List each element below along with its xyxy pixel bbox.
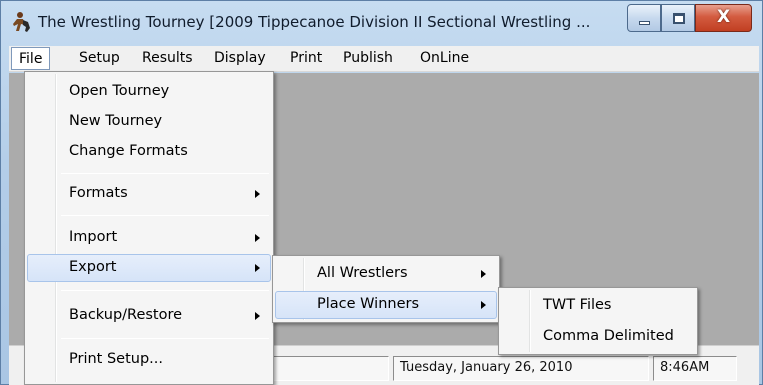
menu-item-print-setup[interactable]: Print Setup... xyxy=(27,346,271,374)
window-controls: X xyxy=(627,4,752,34)
menu-item-twt-files[interactable]: TWT Files xyxy=(501,292,695,320)
menu-item-comma-delimited[interactable]: Comma Delimited xyxy=(501,323,695,351)
menu-item-import[interactable]: Import xyxy=(27,224,271,252)
place-winners-submenu: TWT Files Comma Delimited xyxy=(498,287,698,355)
menu-item-label: All Wrestlers xyxy=(317,265,408,281)
window-title: The Wrestling Tourney [2009 Tippecanoe D… xyxy=(38,13,591,31)
title-bar[interactable]: The Wrestling Tourney [2009 Tippecanoe D… xyxy=(1,1,763,45)
menu-separator xyxy=(61,290,269,291)
menu-item-label: Backup/Restore xyxy=(69,307,183,323)
minimize-icon xyxy=(639,21,650,25)
menu-item-label: Print Setup... xyxy=(69,351,163,367)
menu-separator xyxy=(61,338,269,339)
menu-item-new-tourney[interactable]: New Tourney xyxy=(27,108,271,136)
maximize-button[interactable] xyxy=(661,4,695,32)
close-icon: X xyxy=(716,7,731,27)
status-panel-empty xyxy=(269,356,389,381)
menu-item-label: Place Winners xyxy=(317,296,420,312)
wrestler-app-icon xyxy=(13,12,30,32)
menu-separator xyxy=(61,215,269,216)
menu-setup[interactable]: Setup xyxy=(79,50,120,66)
menu-item-export[interactable]: Export xyxy=(27,254,271,282)
submenu-arrow-icon xyxy=(481,301,486,309)
menu-publish[interactable]: Publish xyxy=(343,50,393,66)
menu-item-formats[interactable]: Formats xyxy=(27,180,271,208)
submenu-arrow-icon xyxy=(255,190,260,198)
submenu-arrow-icon xyxy=(255,264,260,272)
status-time: 8:46AM xyxy=(653,356,737,381)
menu-print[interactable]: Print xyxy=(290,50,322,66)
menu-item-label: Formats xyxy=(69,185,128,201)
menu-item-label: Export xyxy=(69,259,117,275)
menu-display[interactable]: Display xyxy=(214,50,266,66)
menu-item-all-wrestlers[interactable]: All Wrestlers xyxy=(275,260,497,288)
submenu-arrow-icon xyxy=(255,234,260,242)
menu-separator xyxy=(61,173,269,174)
menu-item-label: Comma Delimited xyxy=(543,328,674,344)
menu-bar: File Setup Results Display Print Publish… xyxy=(9,46,759,72)
menu-item-label: Change Formats xyxy=(69,143,188,159)
menu-item-open-tourney[interactable]: Open Tourney xyxy=(27,78,271,106)
file-menu: Open Tourney New Tourney Change Formats … xyxy=(24,71,274,385)
maximize-icon xyxy=(673,13,685,24)
menu-file[interactable]: File xyxy=(11,47,51,70)
menu-online[interactable]: OnLine xyxy=(420,50,469,66)
submenu-arrow-icon xyxy=(255,312,260,320)
status-date: Tuesday, January 26, 2010 xyxy=(393,356,649,381)
menu-item-change-formats[interactable]: Change Formats xyxy=(27,138,271,166)
submenu-arrow-icon xyxy=(481,270,486,278)
menu-item-label: Import xyxy=(69,229,118,245)
close-button[interactable]: X xyxy=(695,4,752,32)
menu-item-label: TWT Files xyxy=(543,297,612,313)
minimize-button[interactable] xyxy=(627,4,661,32)
menu-item-place-winners[interactable]: Place Winners xyxy=(275,291,497,319)
menu-item-label: New Tourney xyxy=(69,113,163,129)
menu-item-label: Open Tourney xyxy=(69,83,170,99)
menu-results[interactable]: Results xyxy=(142,50,193,66)
menu-item-backup-restore[interactable]: Backup/Restore xyxy=(27,302,271,330)
export-submenu: All Wrestlers Place Winners xyxy=(272,255,500,323)
